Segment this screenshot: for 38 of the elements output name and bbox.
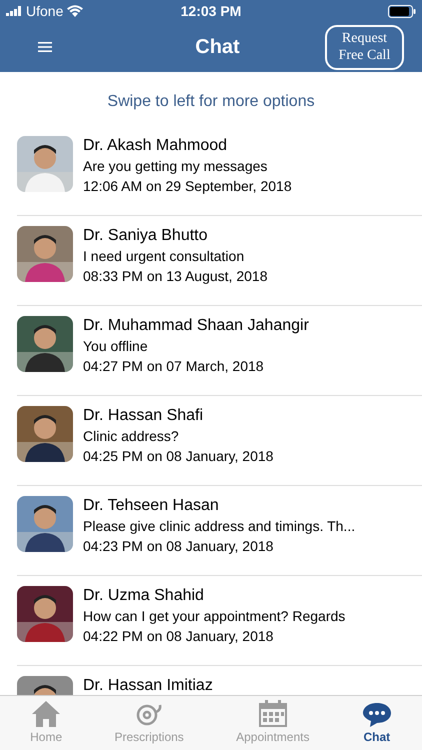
clock-time: 12:03 PM: [180, 2, 242, 20]
doctor-name: Dr. Hassan Shafi: [83, 406, 204, 426]
home-icon: [31, 700, 62, 728]
message-time: 04:27 PM on 07 March, 2018: [83, 357, 265, 376]
last-message: Please give clinic address and timings. Th...: [83, 517, 356, 536]
chat-row[interactable]: Dr. Hassan Shafi Clinic address? 04:25 PM on 08 January, 2018: [0, 396, 422, 486]
message-time: 04:23 PM on 08 January, 2018: [83, 537, 274, 556]
wifi-icon: [67, 5, 84, 17]
message-time: 04:22 PM on 08 January, 2018: [83, 627, 274, 646]
calendar-icon: [258, 700, 288, 728]
chat-row[interactable]: Dr. Muhammad Shaan Jahangir You offline 04:27 PM on 07 March, 2018: [0, 306, 422, 396]
battery-icon: [388, 4, 416, 18]
request-free-call-button[interactable]: Request Free Call: [324, 24, 404, 70]
message-time: 12:06 AM on 29 September, 2018: [83, 177, 292, 196]
last-message: Clinic address?: [83, 427, 180, 446]
menu-icon[interactable]: [38, 42, 52, 52]
chat-row[interactable]: Dr. Uzma Shahid How can I get your appointment? Regards 04:22 PM on 08 January, 2018: [0, 576, 422, 666]
swipe-hint: Swipe to left for more options: [106, 92, 316, 112]
page-title: Chat: [195, 35, 240, 60]
last-message: You offline: [83, 337, 149, 356]
doctor-name: Dr. Akash Mahmood: [83, 136, 228, 156]
doctor-name: Dr. Hassan Imitiaz: [83, 676, 213, 695]
carrier-name: Ufone: [26, 2, 64, 20]
message-time: 08:33 PM on 13 August, 2018: [83, 267, 268, 286]
signal-icon: [6, 6, 22, 16]
doctor-name: Dr. Uzma Shahid: [83, 586, 205, 606]
doctor-name: Dr. Muhammad Shaan Jahangir: [83, 316, 309, 336]
last-message: How can I get your appointment? Regards: [83, 607, 346, 626]
message-time: 04:25 PM on 08 January, 2018: [83, 447, 274, 466]
chat-row[interactable]: Dr. Tehseen Hasan Please give clinic address and timings. Th... 04:23 PM on 08 January, 2018: [0, 486, 422, 576]
chat-bubble-icon: [362, 700, 392, 728]
chat-row[interactable]: Dr. Akash Mahmood Are you getting my messages 12:06 AM on 29 September, 2018: [0, 126, 422, 216]
doctor-name: Dr. Saniya Bhutto: [83, 226, 209, 246]
last-message: I need urgent consultation: [83, 247, 246, 266]
chat-row[interactable]: Dr. Saniya Bhutto I need urgent consultation 08:33 PM on 13 August, 2018: [0, 216, 422, 306]
last-message: Are you getting my messages: [83, 157, 268, 176]
doctor-name: Dr. Tehseen Hasan: [83, 496, 220, 516]
tab-bar-item[interactable]: Chat: [362, 700, 392, 746]
